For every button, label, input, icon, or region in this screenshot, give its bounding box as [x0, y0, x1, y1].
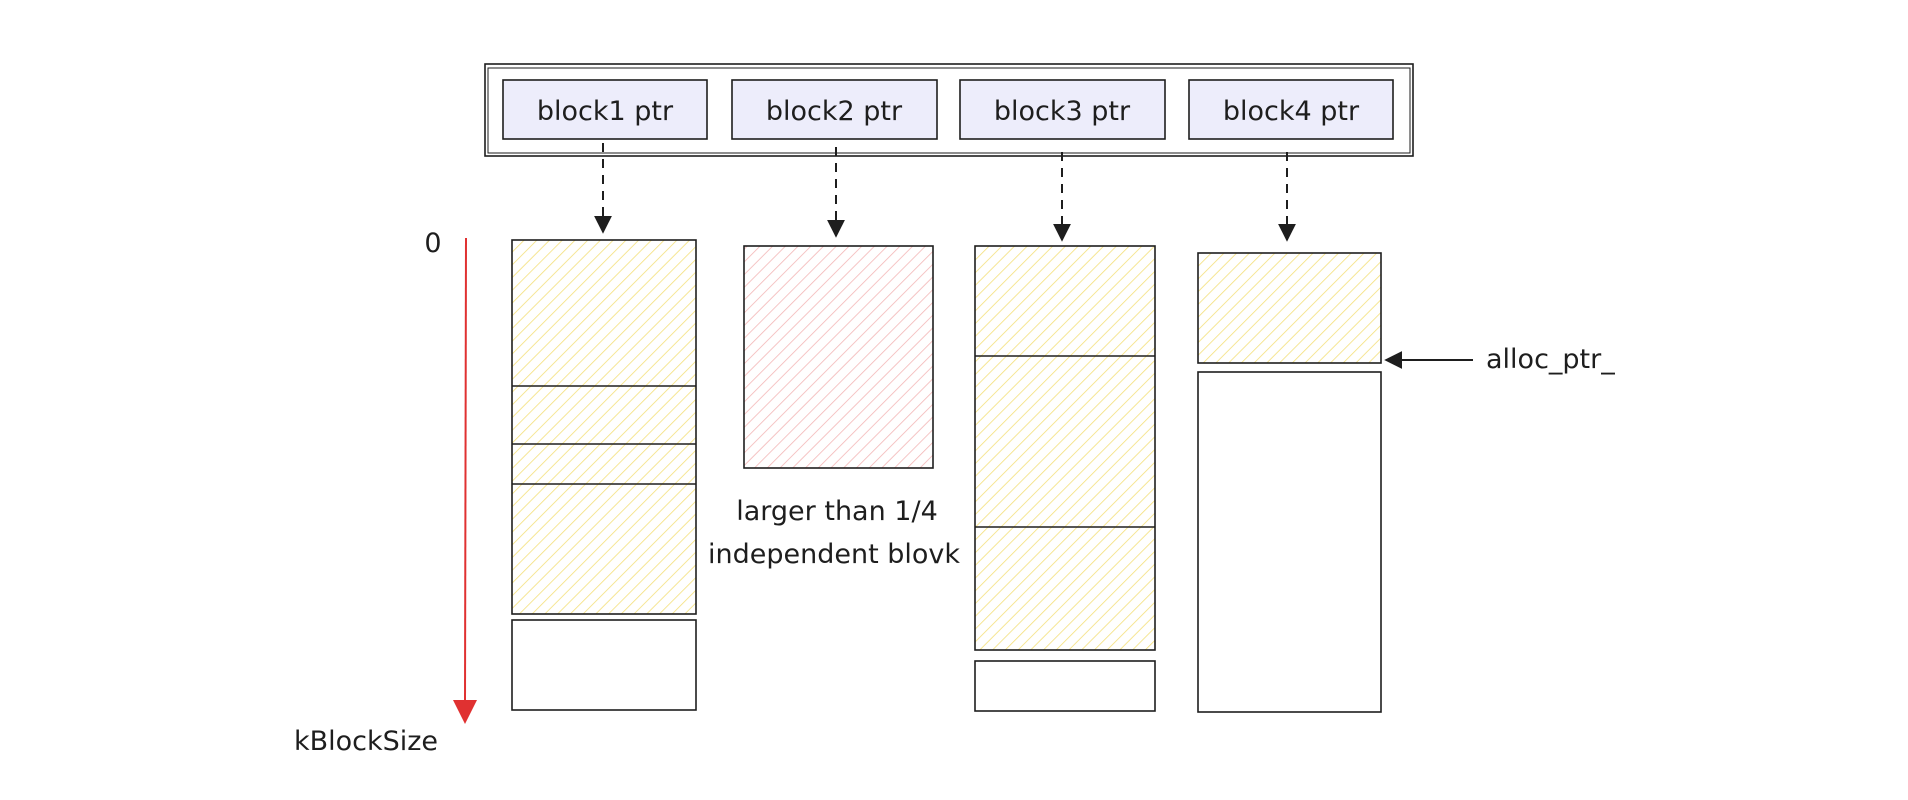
axis-line [464, 237, 467, 701]
block1 [511, 239, 697, 711]
large-block-note-line1: larger than 1/4 [736, 496, 938, 527]
block3-used-region [974, 245, 1156, 651]
block3 [974, 245, 1156, 712]
axis-arrowhead [453, 700, 477, 724]
block1-ptr-label: block1 ptr [537, 96, 674, 127]
block2-large-allocation [743, 245, 934, 469]
block1-used-region [511, 239, 697, 615]
block2-ptr-label: block2 ptr [766, 96, 903, 127]
pointer-arrows [594, 143, 1296, 242]
large-block-note-line2: independent blovk [708, 539, 960, 570]
axis-top-label: 0 [424, 228, 441, 259]
axis-bottom-label: kBlockSize [294, 726, 438, 757]
block1-free-region [511, 619, 697, 711]
memory-block-diagram: block1 ptr block2 ptr block3 ptr block4 … [294, 63, 1615, 757]
block4 [1197, 252, 1382, 713]
size-axis: 0 kBlockSize [294, 228, 477, 757]
pointer-array: block1 ptr block2 ptr block3 ptr block4 … [484, 63, 1414, 157]
block4-used-region [1197, 252, 1382, 364]
block4-ptr-label: block4 ptr [1223, 96, 1360, 127]
alloc-pointer: alloc_ptr_ [1384, 344, 1615, 375]
block3-free-region [974, 660, 1156, 712]
block4-free-region [1197, 371, 1382, 713]
block3-ptr-label: block3 ptr [994, 96, 1131, 127]
block2: larger than 1/4 independent blovk [708, 245, 960, 570]
alloc-pointer-label: alloc_ptr_ [1486, 344, 1615, 375]
